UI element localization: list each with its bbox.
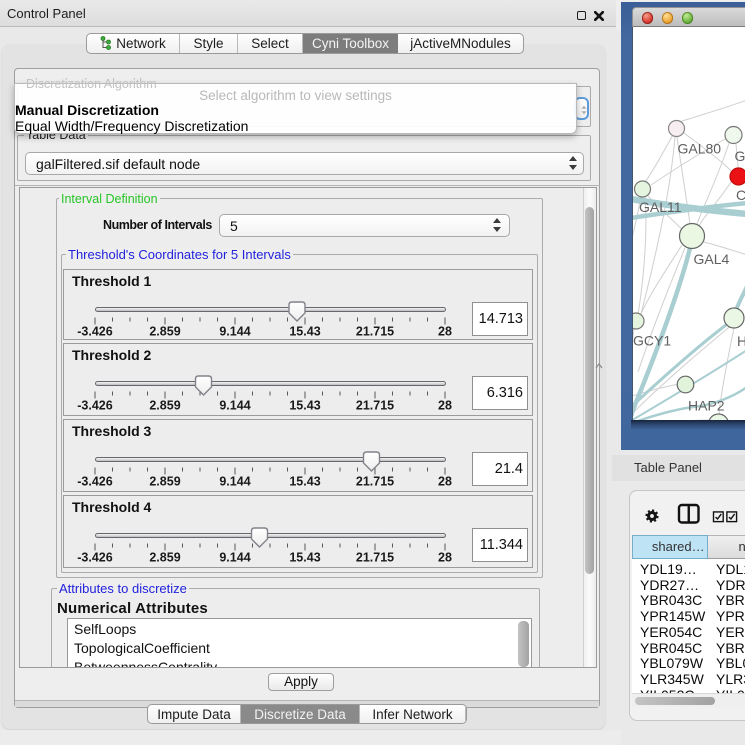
svg-text:9.144: 9.144: [219, 475, 250, 489]
svg-text:-3.426: -3.426: [77, 399, 112, 413]
svg-text:2.859: 2.859: [149, 475, 180, 489]
svg-text:2.859: 2.859: [149, 325, 180, 339]
svg-text:-3.426: -3.426: [77, 475, 112, 489]
svg-text:28: 28: [438, 399, 452, 413]
svg-text:GA: GA: [735, 148, 745, 164]
svg-text:15.43: 15.43: [289, 399, 320, 413]
svg-text:28: 28: [438, 551, 452, 565]
svg-text:-3.426: -3.426: [77, 551, 112, 565]
svg-text:21.715: 21.715: [356, 399, 394, 413]
svg-text:15.43: 15.43: [289, 551, 320, 565]
svg-text:15.43: 15.43: [289, 325, 320, 339]
svg-text:9.144: 9.144: [219, 325, 250, 339]
svg-text:21.715: 21.715: [356, 325, 394, 339]
svg-text:15.43: 15.43: [289, 475, 320, 489]
svg-text:CR: CR: [736, 187, 745, 203]
svg-text:9.144: 9.144: [219, 551, 250, 565]
svg-text:-3.426: -3.426: [77, 325, 112, 339]
svg-text:2.859: 2.859: [149, 551, 180, 565]
svg-text:GCY1: GCY1: [633, 333, 671, 349]
svg-text:2.859: 2.859: [149, 399, 180, 413]
svg-text:HAP2: HAP2: [688, 398, 725, 414]
svg-text:28: 28: [438, 475, 452, 489]
svg-text:21.715: 21.715: [356, 475, 394, 489]
svg-text:21.715: 21.715: [356, 551, 394, 565]
svg-text:GAL80: GAL80: [678, 141, 722, 157]
svg-text:28: 28: [438, 325, 452, 339]
svg-text:GAL4: GAL4: [694, 251, 730, 267]
svg-text:H: H: [737, 333, 745, 349]
svg-text:9.144: 9.144: [219, 399, 250, 413]
svg-text:GAL11: GAL11: [639, 199, 682, 215]
